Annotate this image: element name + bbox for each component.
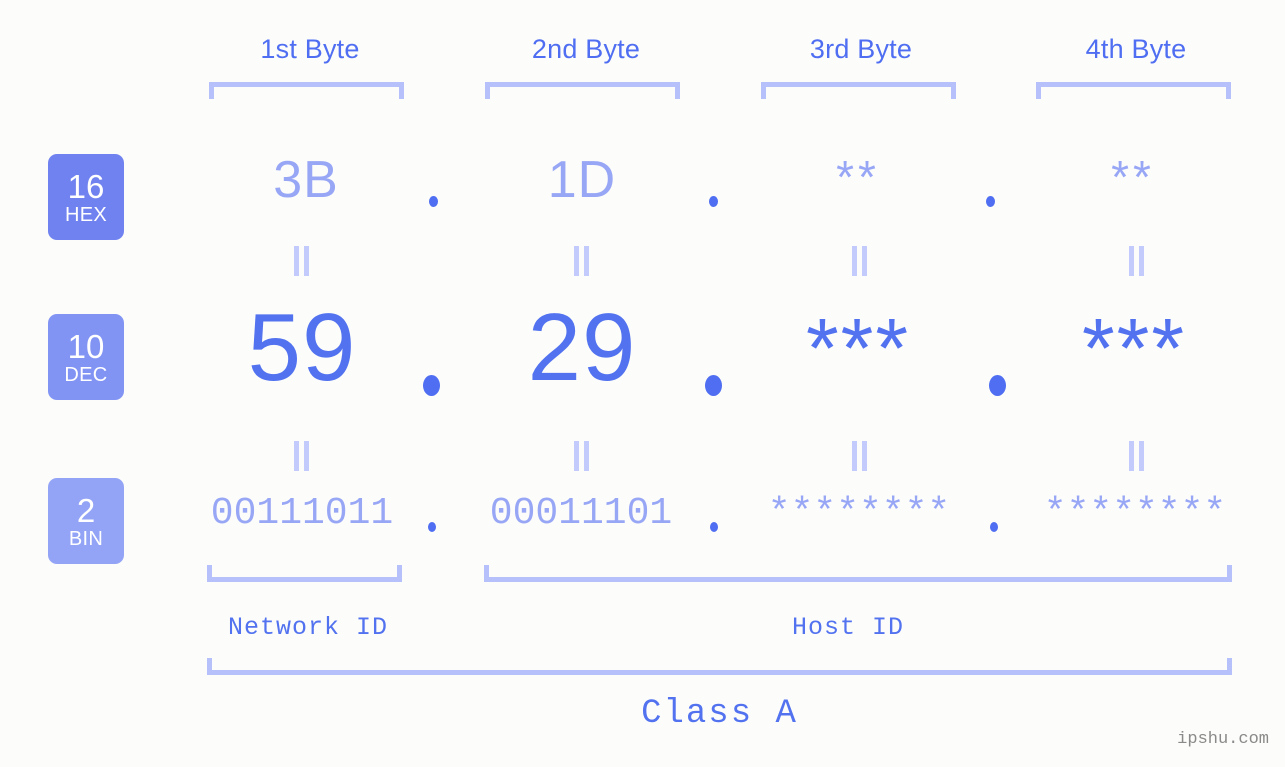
ip-byte-breakdown-diagram: 1st Byte 2nd Byte 3rd Byte 4th Byte 16 H… xyxy=(0,0,1285,767)
hex-value-byte-3: ** xyxy=(836,151,880,203)
hex-value-byte-4: ** xyxy=(1111,151,1155,203)
bin-separator-dot-2 xyxy=(710,522,718,532)
byte-header-3: 3rd Byte xyxy=(809,34,913,64)
dec-value-byte-1: 59 xyxy=(247,294,357,401)
equals-mark-hex-dec-3 xyxy=(851,246,868,276)
watermark: ipshu.com xyxy=(1177,730,1269,749)
base-badge-hex-name: HEX xyxy=(64,203,108,226)
dec-value-byte-3: *** xyxy=(805,301,911,395)
base-badge-bin-number: 2 xyxy=(76,491,96,529)
dec-value-byte-4: *** xyxy=(1081,301,1187,395)
base-badge-dec: 10 DEC xyxy=(48,314,124,400)
equals-mark-hex-dec-1 xyxy=(293,246,310,276)
byte-header-1: 1st Byte xyxy=(260,34,360,64)
base-badge-dec-number: 10 xyxy=(67,327,105,365)
base-badge-hex: 16 HEX xyxy=(48,154,124,240)
hex-separator-dot-1 xyxy=(429,196,438,207)
equals-mark-dec-bin-2 xyxy=(573,441,590,471)
equals-mark-dec-bin-4 xyxy=(1128,441,1145,471)
dec-separator-dot-2 xyxy=(705,375,722,396)
base-badge-dec-name: DEC xyxy=(64,363,108,386)
class-bracket xyxy=(207,658,1232,675)
bin-separator-dot-1 xyxy=(428,522,436,532)
equals-mark-hex-dec-2 xyxy=(573,246,590,276)
bin-value-byte-1: 00111011 xyxy=(210,492,394,535)
byte-header-4: 4th Byte xyxy=(1085,34,1187,64)
byte-bracket-top-2 xyxy=(485,82,680,99)
equals-mark-dec-bin-3 xyxy=(851,441,868,471)
bin-value-byte-2: 00011101 xyxy=(489,492,673,535)
network-id-label: Network ID xyxy=(227,613,389,642)
dec-separator-dot-3 xyxy=(989,375,1006,396)
network-id-bracket xyxy=(207,565,402,582)
hex-value-byte-1: 3B xyxy=(273,151,339,209)
equals-mark-dec-bin-1 xyxy=(293,441,310,471)
byte-bracket-top-3 xyxy=(761,82,956,99)
hex-value-byte-2: 1D xyxy=(547,151,617,209)
base-badge-bin: 2 BIN xyxy=(48,478,124,564)
dec-separator-dot-1 xyxy=(423,375,440,396)
byte-bracket-top-1 xyxy=(209,82,404,99)
byte-header-2: 2nd Byte xyxy=(531,34,641,64)
host-id-label: Host ID xyxy=(791,613,905,642)
bin-value-byte-4: ******** xyxy=(1043,492,1227,535)
class-label: Class A xyxy=(641,695,798,733)
hex-separator-dot-2 xyxy=(709,196,718,207)
bin-value-byte-3: ******** xyxy=(767,492,951,535)
base-badge-bin-name: BIN xyxy=(68,527,104,550)
base-badge-hex-number: 16 xyxy=(67,167,105,205)
byte-bracket-top-4 xyxy=(1036,82,1231,99)
bin-separator-dot-3 xyxy=(990,522,998,532)
equals-mark-hex-dec-4 xyxy=(1128,246,1145,276)
dec-value-byte-2: 29 xyxy=(527,294,637,401)
host-id-bracket xyxy=(484,565,1232,582)
hex-separator-dot-3 xyxy=(986,196,995,207)
